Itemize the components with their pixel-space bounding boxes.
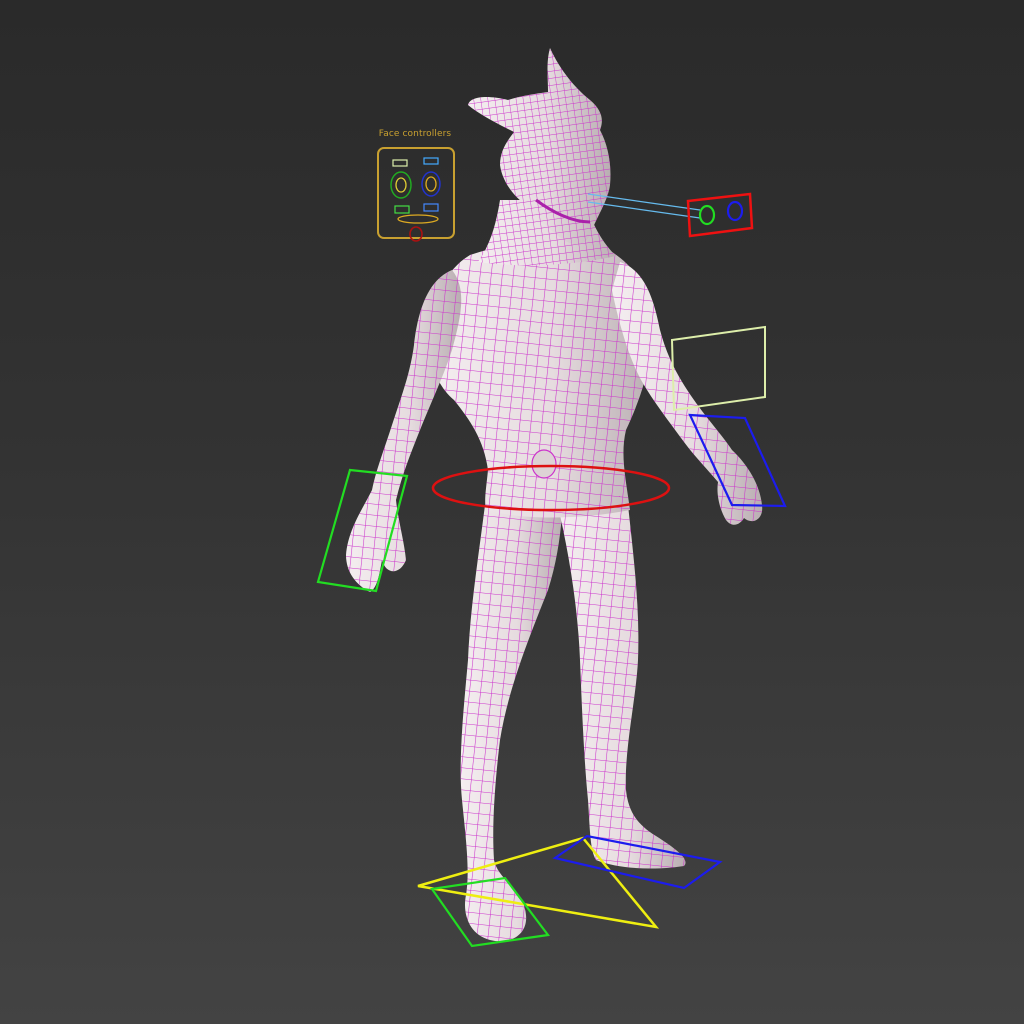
character-mesh[interactable] [346, 48, 763, 942]
scene-canvas[interactable] [0, 0, 1024, 1024]
face-ctrl-cheek-left[interactable] [394, 205, 410, 214]
face-ctrl-mouth[interactable] [397, 214, 439, 224]
face-panel-frame[interactable] [377, 147, 455, 239]
mesh-navel [531, 449, 557, 479]
eye-aim-line-2 [587, 201, 701, 219]
face-ctrl-eye-right-outer[interactable] [421, 171, 441, 197]
face-ctrl-eye-right-inner[interactable] [425, 176, 437, 192]
face-controllers-panel[interactable] [377, 147, 455, 242]
eye-target-left[interactable] [698, 204, 716, 226]
3d-viewport[interactable]: Face controllers [0, 0, 1024, 1024]
face-ctrl-eye-left-inner[interactable] [395, 177, 407, 193]
eye-look-controller[interactable] [587, 192, 754, 238]
eye-target-right[interactable] [726, 200, 744, 222]
face-ctrl-eye-left-outer[interactable] [390, 171, 412, 199]
face-ctrl-brow-right[interactable] [423, 157, 439, 165]
face-controllers-label: Face controllers [378, 129, 452, 139]
face-ctrl-cheek-right[interactable] [423, 203, 439, 212]
face-ctrl-brow-left[interactable] [392, 159, 408, 167]
